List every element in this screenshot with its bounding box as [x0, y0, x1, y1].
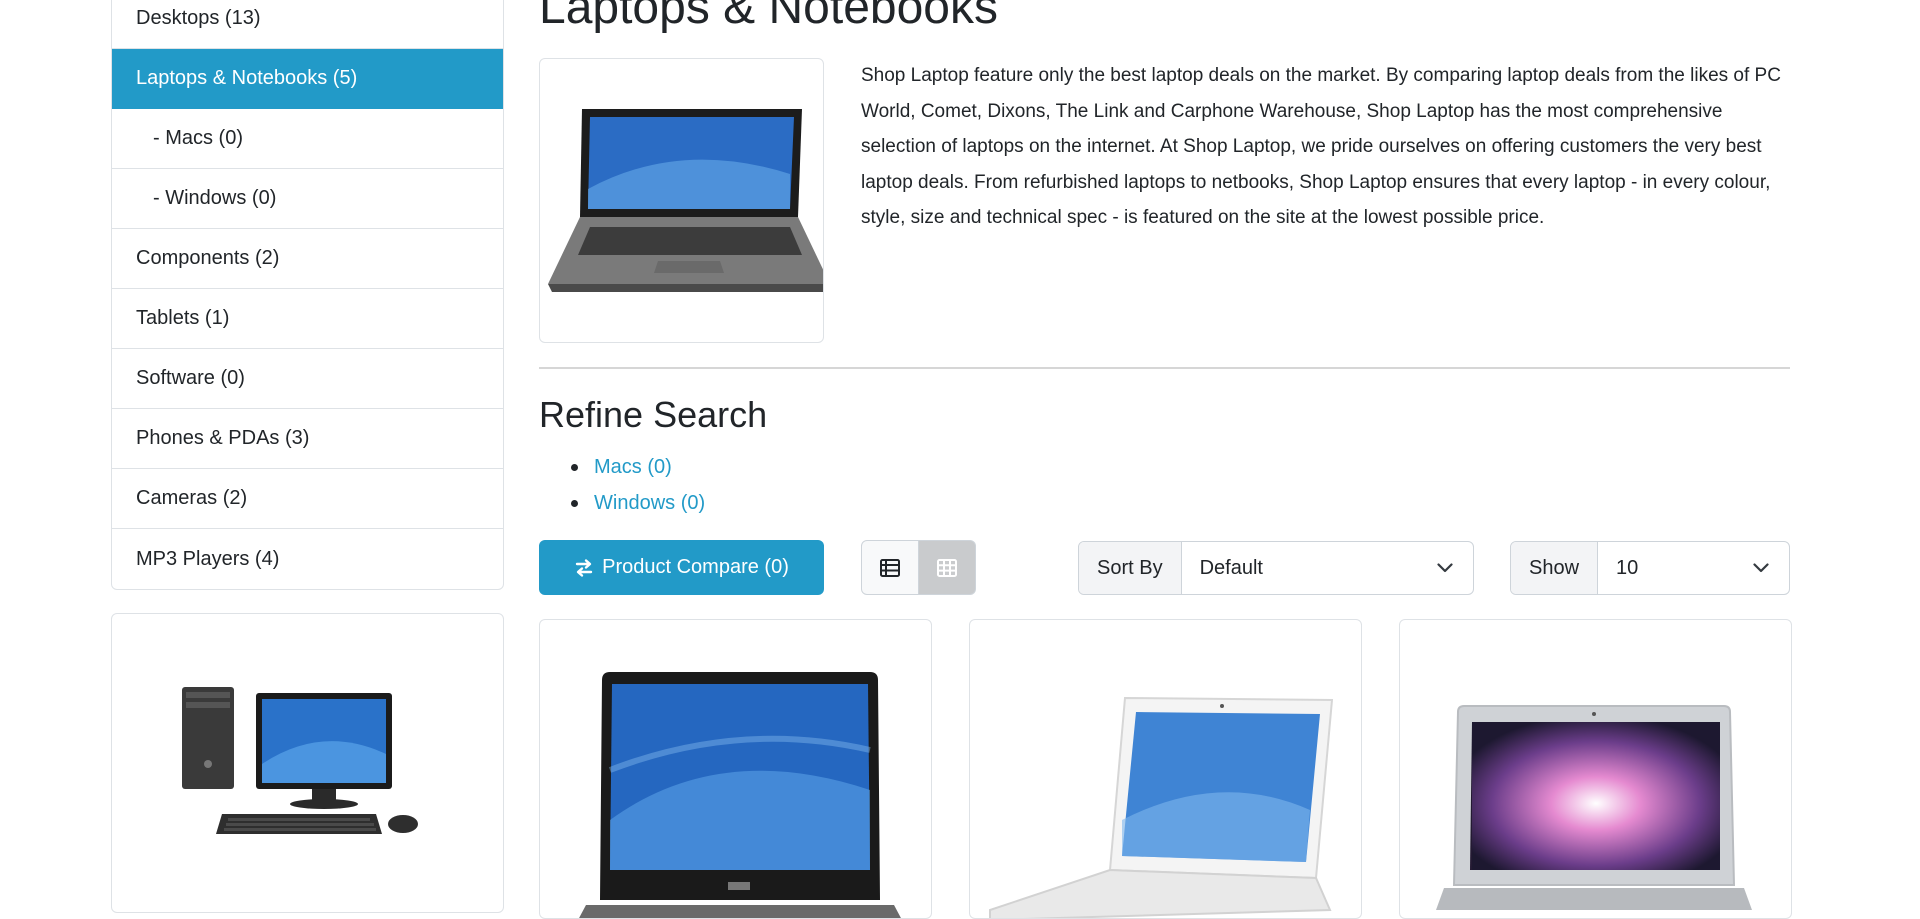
- show-label: Show: [1511, 542, 1599, 594]
- product-image: [579, 672, 901, 918]
- product-card[interactable]: [969, 619, 1362, 919]
- category-mp3-players[interactable]: MP3 Players (4): [112, 529, 503, 589]
- bullet-icon: [571, 464, 578, 472]
- product-image: [1436, 705, 1752, 910]
- category-image: [539, 58, 830, 343]
- list-item: Macs (0): [539, 450, 705, 486]
- bullet-icon: [571, 499, 578, 507]
- arrows-exchange-icon: [575, 558, 593, 577]
- category-phones-pdas[interactable]: Phones & PDAs (3): [112, 409, 503, 469]
- sort-by-control: Sort By Default: [1078, 541, 1474, 595]
- show-limit-value: 10: [1616, 556, 1639, 579]
- sort-by-value: Default: [1199, 556, 1263, 579]
- desktop-computer-image: [182, 687, 418, 834]
- product-compare-label: Product Compare (0): [602, 556, 789, 578]
- show-limit-control: Show 10: [1510, 541, 1790, 595]
- view-toggle-group: [861, 540, 976, 595]
- refine-link-windows[interactable]: Windows (0): [594, 492, 705, 515]
- list-view-button[interactable]: [861, 540, 919, 595]
- chevron-down-icon: [1437, 563, 1453, 573]
- product-card[interactable]: [1399, 619, 1792, 919]
- category-list: Desktops (13) Laptops & Notebooks (5) - …: [111, 0, 504, 590]
- category-macs[interactable]: - Macs (0): [112, 109, 503, 169]
- product-compare-button[interactable]: Product Compare (0): [539, 540, 824, 595]
- refine-search-list: Macs (0) Windows (0): [539, 450, 705, 521]
- grid-view-button[interactable]: [918, 540, 976, 595]
- category-software[interactable]: Software (0): [112, 349, 503, 409]
- refine-link-macs[interactable]: Macs (0): [594, 456, 672, 479]
- divider: [539, 367, 1790, 369]
- category-desktops[interactable]: Desktops (13): [112, 0, 503, 49]
- category-components[interactable]: Components (2): [112, 229, 503, 289]
- product-image: [989, 696, 1334, 918]
- refine-search-title: Refine Search: [539, 394, 768, 435]
- category-cameras[interactable]: Cameras (2): [112, 469, 503, 529]
- chevron-down-icon: [1753, 563, 1769, 573]
- sort-by-select[interactable]: Default: [1182, 542, 1473, 594]
- product-card[interactable]: [539, 619, 932, 919]
- category-windows[interactable]: - Windows (0): [112, 169, 503, 229]
- category-tablets[interactable]: Tablets (1): [112, 289, 503, 349]
- show-limit-select[interactable]: 10: [1598, 542, 1789, 594]
- page-title: Laptops & Notebooks: [539, 0, 998, 34]
- grid-view-icon: [936, 558, 957, 577]
- sort-by-label: Sort By: [1079, 542, 1182, 594]
- laptop-image: [548, 109, 830, 292]
- category-description: Shop Laptop feature only the best laptop…: [861, 65, 1781, 228]
- list-item: Windows (0): [539, 486, 705, 522]
- sidebar-banner[interactable]: [111, 613, 504, 913]
- list-view-icon: [879, 558, 900, 577]
- category-laptops-notebooks[interactable]: Laptops & Notebooks (5): [112, 49, 503, 109]
